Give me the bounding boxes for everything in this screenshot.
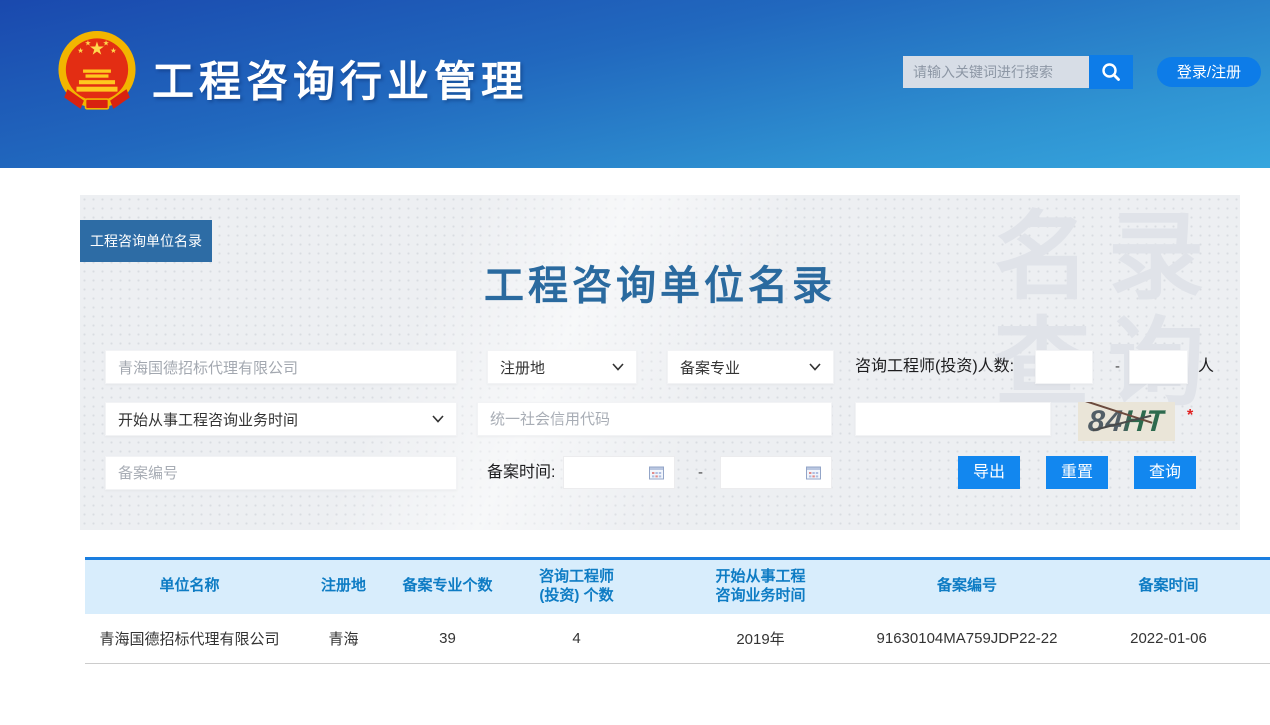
start-time-value: 开始从事工程咨询业务时间 [118, 409, 298, 430]
page-title: 工程咨询单位名录 [80, 253, 1240, 311]
national-emblem-logo: ★ ★ ★ ★ ★ [56, 30, 138, 118]
col-header-registration-place: 注册地 [294, 559, 393, 614]
calendar-icon [806, 466, 821, 480]
engineer-count-max-input[interactable] [1129, 350, 1188, 384]
cell-registration-place: 青海 [294, 614, 393, 664]
keyword-search-input[interactable] [903, 56, 1089, 88]
reset-button[interactable]: 重置 [1046, 456, 1108, 489]
search-button[interactable] [1089, 55, 1133, 89]
person-unit-label: 人 [1198, 350, 1214, 384]
range-separator: - [698, 456, 703, 490]
record-specialty-select[interactable]: 备案专业 [667, 350, 834, 384]
record-time-end-date-input[interactable] [720, 456, 832, 489]
registration-place-select[interactable]: 注册地 [487, 350, 637, 384]
engineer-count-label: 咨询工程师(投资)人数: [855, 350, 1014, 384]
col-header-record-number: 备案编号 [870, 559, 1064, 614]
svg-text:★: ★ [110, 46, 117, 55]
cell-engineer-count: 4 [502, 614, 651, 664]
export-button[interactable]: 导出 [958, 456, 1020, 489]
required-asterisk: * [1187, 407, 1193, 425]
record-time-start-date-input[interactable] [563, 456, 675, 489]
unit-name-input[interactable] [105, 350, 457, 384]
col-header-specialty-count: 备案专业个数 [393, 559, 502, 614]
svg-text:★: ★ [85, 39, 92, 48]
cell-record-time: 2022-01-06 [1064, 614, 1270, 664]
table-row[interactable]: 青海国德招标代理有限公司 青海 39 4 2019年 91630104MA759… [85, 614, 1270, 664]
chevron-down-icon [809, 363, 821, 371]
table-header-row: 单位名称 注册地 备案专业个数 咨询工程师 (投资) 个数 开始从事工程 咨询业… [85, 559, 1270, 614]
search-icon [1100, 61, 1122, 83]
svg-text:★: ★ [77, 46, 84, 55]
col-header-start-time: 开始从事工程 咨询业务时间 [651, 559, 870, 614]
svg-text:★: ★ [103, 39, 110, 48]
query-button[interactable]: 查询 [1134, 456, 1196, 489]
registration-place-value: 注册地 [500, 357, 545, 378]
chevron-down-icon [432, 415, 444, 423]
results-table: 单位名称 注册地 备案专业个数 咨询工程师 (投资) 个数 开始从事工程 咨询业… [85, 557, 1245, 664]
site-header: ★ ★ ★ ★ ★ 工程咨询行业管理 登录/注册 [0, 0, 1270, 168]
directory-search-panel: 名录 查询 工程咨询单位名录 工程咨询单位名录 注册地 备案专业 咨询工程师(投… [80, 195, 1240, 530]
tab-consulting-unit-directory[interactable]: 工程咨询单位名录 [80, 220, 212, 262]
range-separator: - [1115, 350, 1120, 384]
record-time-label: 备案时间: [487, 456, 555, 490]
calendar-icon [649, 466, 664, 480]
cell-record-number: 91630104MA759JDP22-22 [870, 614, 1064, 664]
captcha-input[interactable] [855, 402, 1051, 436]
col-header-unit-name: 单位名称 [85, 559, 294, 614]
chevron-down-icon [612, 363, 624, 371]
col-header-engineer-count: 咨询工程师 (投资) 个数 [502, 559, 651, 614]
login-register-button[interactable]: 登录/注册 [1157, 57, 1261, 87]
engineer-count-min-input[interactable] [1035, 350, 1093, 384]
captcha-image[interactable]: 84HT [1078, 402, 1175, 441]
cell-unit-name: 青海国德招标代理有限公司 [85, 614, 294, 664]
cell-specialty-count: 39 [393, 614, 502, 664]
credit-code-input[interactable] [477, 402, 832, 436]
record-number-input[interactable] [105, 456, 457, 490]
cell-start-time: 2019年 [651, 614, 870, 664]
start-time-select[interactable]: 开始从事工程咨询业务时间 [105, 402, 457, 436]
col-header-record-time: 备案时间 [1064, 559, 1270, 614]
site-title: 工程咨询行业管理 [152, 48, 528, 109]
record-specialty-value: 备案专业 [680, 357, 740, 378]
